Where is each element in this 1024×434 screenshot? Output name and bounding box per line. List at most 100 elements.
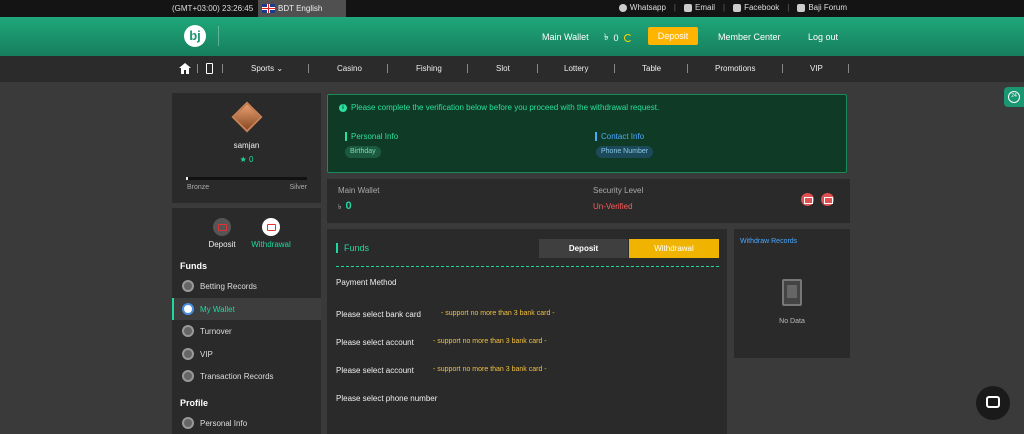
nav-promotions[interactable]: Promotions [715,64,755,73]
uk-flag-icon [262,4,275,13]
wallet-icon [182,303,194,315]
member-center-link[interactable]: Member Center [718,32,781,42]
divider: | [787,3,790,12]
account-select-2[interactable]: Please select account [336,366,414,375]
email-link[interactable]: Email [684,3,715,12]
verification-message: i Please complete the verification below… [339,103,659,112]
support-24-button[interactable]: 24 [1004,87,1024,107]
language-selector[interactable]: BDT English [258,0,346,17]
nav-sports[interactable]: Sports ⌄ [251,64,283,73]
live-chat-button[interactable] [976,386,1010,420]
account-select-1[interactable]: Please select account [336,338,414,347]
facebook-icon [733,3,742,12]
sidebar-item-label: Betting Records [200,281,257,291]
whatsapp-label: Whatsapp [629,3,666,12]
nav-lottery[interactable]: Lottery [564,64,588,73]
tab-deposit[interactable]: Deposit [539,239,628,258]
site-logo[interactable]: bj [184,25,206,47]
sidebar-item-transaction-records[interactable]: Transaction Records [172,365,321,387]
phone-number-select[interactable]: Please select phone number [336,394,437,403]
birthday-pill[interactable]: Birthday [345,146,381,158]
account-hint-1: - support no more than 3 bank card - [433,338,547,345]
bank-card-hint: - support no more than 3 bank card - [441,310,555,317]
sidebar-item-label: VIP [200,349,213,359]
sidebar-item-my-wallet[interactable]: My Wallet [172,298,321,320]
phone-number-pill[interactable]: Phone Number [596,146,654,158]
facebook-link[interactable]: Facebook [733,3,779,12]
info-icon: i [339,103,347,112]
account-hint-2: - support no more than 3 bank card - [433,366,547,373]
nav-vip[interactable]: VIP [810,64,823,73]
verification-text: Please complete the verification below b… [351,103,660,112]
main-wallet-label: Main Wallet [338,186,380,195]
email-icon [684,3,692,12]
whatsapp-icon [618,3,627,12]
forum-icon [797,3,806,12]
empty-clipboard-icon [782,279,802,306]
taka-icon: ৳ [338,204,342,211]
personal-info-icon [182,417,194,429]
divider [687,64,688,73]
star-count: ★ 0 [239,155,254,164]
email-label: Email [695,3,716,12]
email-verify-icon[interactable] [801,193,814,206]
language-label: BDT English [278,4,323,13]
phone-verify-icon[interactable] [821,193,834,206]
no-data-label: No Data [779,318,805,325]
betting-records-icon [182,280,194,292]
home-icon[interactable] [179,63,191,74]
level-progress-fill [186,177,189,180]
divider: | [673,3,676,12]
deposit-icon [213,218,231,236]
sidebar-item-betting-records[interactable]: Betting Records [172,275,321,297]
divider [467,64,468,73]
timezone-clock: (GMT+03:00) 23:26:45 [172,4,254,13]
tab-withdrawal[interactable]: Withdrawal [629,239,719,258]
divider [197,64,198,73]
nav-casino[interactable]: Casino [337,64,362,73]
sidebar-item-label: My Wallet [200,304,235,314]
support-24-icon: 24 [1008,91,1020,103]
divider [537,64,538,73]
verification-banner: i Please complete the verification below… [327,94,847,173]
level-progress-bar [186,177,307,180]
whatsapp-link[interactable]: Whatsapp [618,3,666,12]
main-nav: Sports ⌄ Casino Fishing Slot Lottery Tab… [0,56,1024,82]
withdrawal-panel: Funds Deposit Withdrawal Payment Method … [327,229,727,434]
facebook-label: Facebook [744,3,780,12]
divider [222,64,223,73]
sidebar-item-label: Personal Info [200,418,248,428]
withdraw-records-panel: Withdraw Records No Data [734,229,850,358]
funds-section-title: Funds [180,261,207,271]
bronze-rank-icon [231,101,263,133]
bank-card-select[interactable]: Please select bank card [336,310,421,319]
forum-link[interactable]: Baji Forum [797,3,847,12]
profile-section-title: Profile [180,398,209,408]
refresh-icon[interactable] [623,33,632,42]
site-header: bj Main Wallet ৳ 0 Deposit Member Center… [0,17,1024,56]
sidebar-item-vip[interactable]: VIP [172,343,321,365]
taka-icon: ৳ [604,32,609,42]
divider [172,203,321,208]
turnover-icon [182,325,194,337]
divider: | [723,3,726,12]
divider [848,64,849,73]
wallet-summary: Main Wallet ৳ 0 Security Level Un-Verifie… [327,179,850,223]
withdraw-records-title: Withdraw Records [740,238,798,245]
balance-value: 0 [613,32,619,43]
main-wallet-label: Main Wallet [542,32,589,42]
sidebar-tab-withdrawal[interactable]: Withdrawal [241,218,301,249]
nav-fishing[interactable]: Fishing [416,64,442,73]
logout-link[interactable]: Log out [808,32,838,42]
sidebar-item-personal-info[interactable]: Personal Info [172,412,321,434]
nav-table[interactable]: Table [642,64,661,73]
header-balance: ৳ 0 [604,30,632,45]
header-deposit-button[interactable]: Deposit [648,27,698,45]
balance-value: 0 [345,200,352,212]
divider [308,64,309,73]
sidebar-item-turnover[interactable]: Turnover [172,320,321,342]
nav-slot[interactable]: Slot [496,64,510,73]
mobile-icon[interactable] [206,63,213,74]
account-sidebar: samjan ★ 0 Bronze Silver Deposit Withdra… [172,93,321,434]
username: samjan [233,141,260,150]
